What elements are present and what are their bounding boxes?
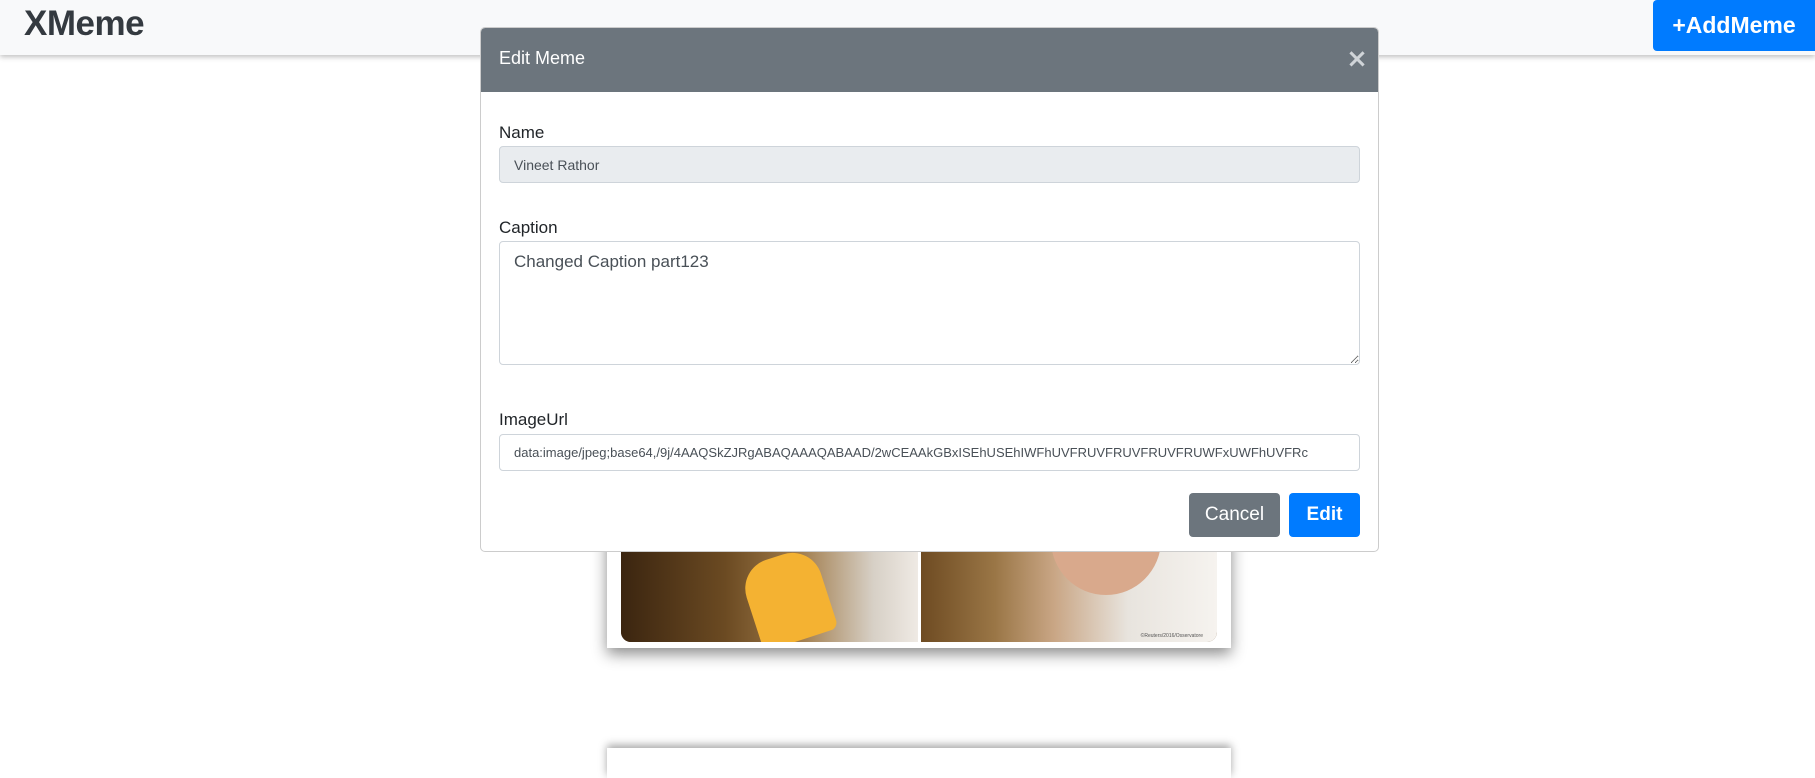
close-icon[interactable]: ×: [1346, 46, 1368, 72]
image-url-field[interactable]: [499, 434, 1360, 471]
image-credit: ©Reuters/2016/Osservatore: [1140, 633, 1203, 639]
edit-meme-modal: Edit Meme × Name Caption Changed Caption…: [480, 27, 1379, 552]
image-url-label: ImageUrl: [499, 410, 568, 429]
brand-logo[interactable]: XMeme: [24, 4, 145, 44]
cancel-button[interactable]: Cancel: [1189, 493, 1280, 537]
caption-input[interactable]: Changed Caption part123: [499, 241, 1360, 365]
edit-button[interactable]: Edit: [1289, 493, 1360, 537]
caption-label: Caption: [499, 218, 558, 237]
modal-header: Edit Meme ×: [481, 28, 1378, 92]
add-meme-button[interactable]: +AddMeme: [1653, 0, 1815, 51]
meme-card-next: [607, 748, 1231, 778]
name-field[interactable]: [499, 146, 1360, 183]
modal-title: Edit Meme: [499, 48, 586, 68]
name-label: Name: [499, 123, 545, 142]
